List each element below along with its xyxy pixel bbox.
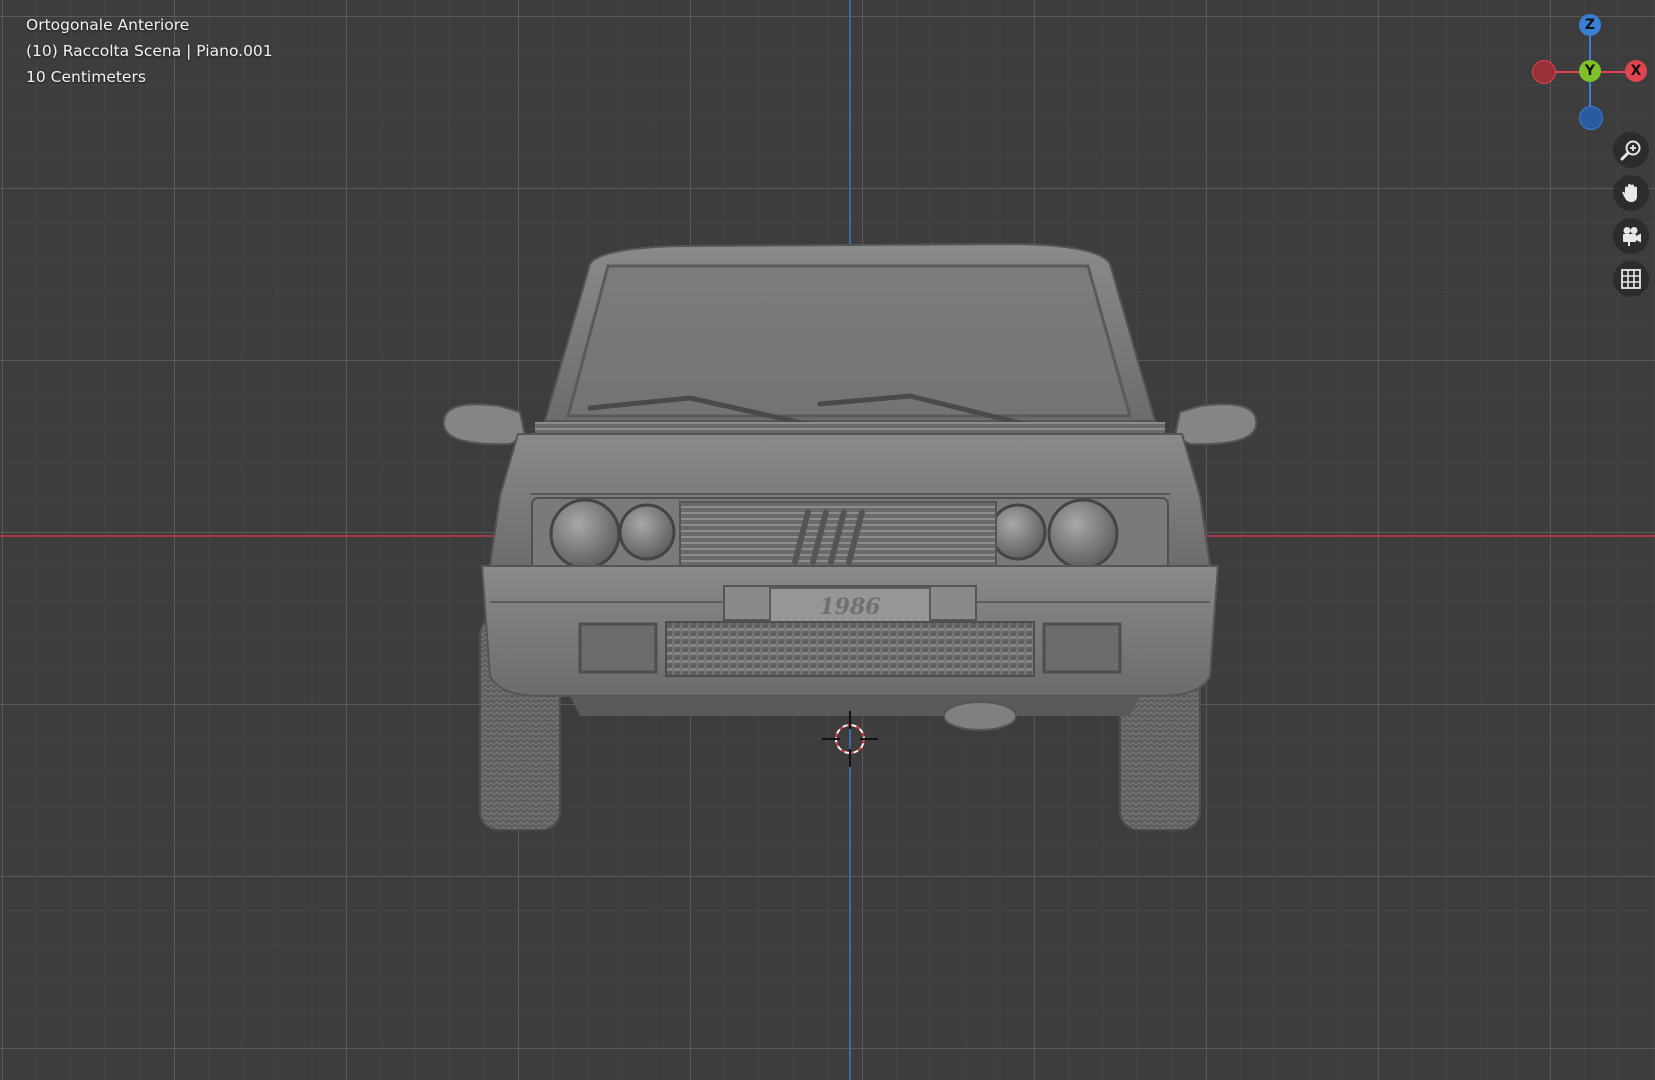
3d-cursor-icon[interactable] xyxy=(820,709,880,769)
orthographic-toggle-button[interactable] xyxy=(1613,261,1649,297)
collection-info-label: (10) Raccolta Scena | Piano.001 xyxy=(26,42,273,60)
hand-icon xyxy=(1622,184,1637,202)
3d-viewport[interactable]: 1986 Ortogonale Anteriore (10) Raccolta … xyxy=(0,0,1655,1080)
neg-x-axis-handle[interactable] xyxy=(1532,60,1556,84)
camera-icon xyxy=(1623,227,1641,246)
zoom-in-icon xyxy=(1620,140,1641,161)
camera-button[interactable] xyxy=(1613,218,1649,254)
left-mirror xyxy=(442,403,527,446)
y-axis-handle[interactable]: Y xyxy=(1579,60,1601,82)
neg-z-axis-handle[interactable] xyxy=(1579,106,1603,130)
plate-text: 1986 xyxy=(819,594,880,620)
pan-button[interactable] xyxy=(1613,175,1649,211)
x-axis-handle[interactable]: X xyxy=(1625,60,1647,82)
z-axis-handle[interactable]: Z xyxy=(1579,14,1601,36)
grid-scale-label: 10 Centimeters xyxy=(26,68,146,86)
viewport-info: Ortogonale Anteriore (10) Raccolta Scena… xyxy=(26,12,273,90)
navigation-gizmo[interactable]: Z X Y xyxy=(1500,6,1650,130)
zoom-button[interactable] xyxy=(1613,132,1649,168)
grid-icon xyxy=(1621,269,1641,289)
right-mirror xyxy=(1173,403,1258,446)
view-name-label: Ortogonale Anteriore xyxy=(26,16,190,34)
